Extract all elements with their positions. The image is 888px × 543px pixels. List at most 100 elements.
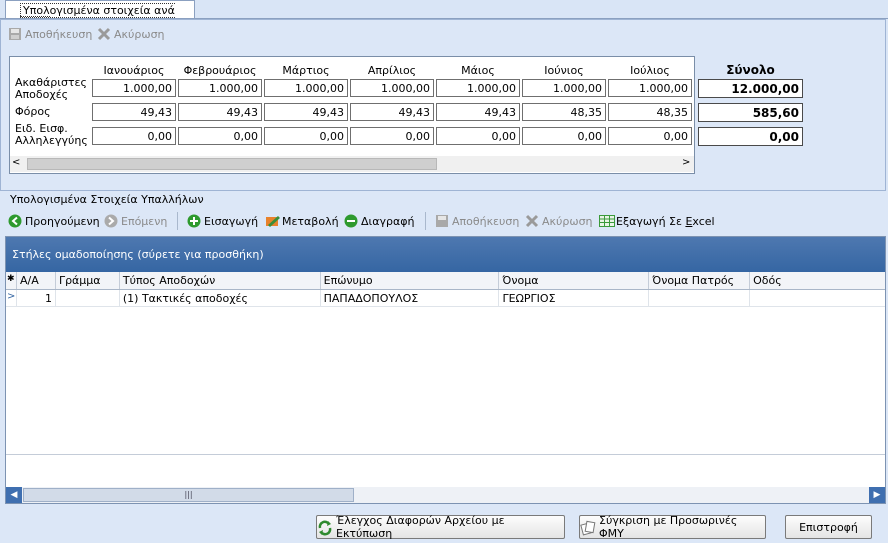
scroll-left-icon[interactable]: ◀ (6, 487, 22, 503)
save-label: Αποθήκευση (452, 214, 520, 228)
cell-street[interactable] (750, 290, 885, 306)
compare-button[interactable]: Σύγκριση με Προσωρινές ΦΜΥ (579, 514, 766, 540)
check-differences-label: Έλεγχος Διαφορών Αρχείου με Εκτύπωση (336, 514, 505, 540)
row-indicator-header: ✱ (6, 272, 17, 289)
value-cell[interactable]: 1.000,00 (522, 79, 606, 97)
month-header: Ιανουάριος (103, 64, 165, 77)
value-cell[interactable]: 0,00 (178, 127, 262, 145)
modify-button[interactable]: Μεταβολή (265, 212, 339, 230)
value-cell[interactable]: 1.000,00 (264, 79, 348, 97)
row-label-gross: Ακαθάριστες Αποδοχές (15, 76, 87, 101)
insert-button[interactable]: Εισαγωγή (187, 212, 258, 230)
previous-label: Προηγούμενη (25, 214, 100, 228)
back-button[interactable]: Επιστροφή (785, 515, 872, 539)
value-cell[interactable]: 0,00 (522, 127, 606, 145)
scroll-right-icon[interactable]: ▶ (869, 487, 885, 503)
save-button[interactable]: Αποθήκευση (435, 212, 519, 230)
edit-icon (265, 214, 280, 228)
cancel-label: Ακύρωση (542, 214, 593, 228)
cancel-button[interactable]: Ακύρωση (525, 212, 593, 230)
value-cell[interactable]: 0,00 (264, 127, 348, 145)
compare-label: Σύγκριση με Προσωρινές ΦΜΥ (599, 514, 738, 540)
col-street[interactable]: Οδός (750, 272, 885, 289)
value-cell[interactable]: 49,43 (264, 103, 348, 121)
table-row[interactable]: > 1 (1) Τακτικές αποδοχές ΠΑΠΑΔΟΠΟΥΛΟΣ Γ… (6, 290, 885, 307)
month-headers: Ιανουάριος Φεβρουάριος Μάρτιος Απρίλιος … (92, 64, 692, 77)
cell-letter[interactable] (56, 290, 120, 306)
col-aa[interactable]: Α/Α (17, 272, 56, 289)
toolbar-separator (177, 212, 178, 230)
cell-name[interactable]: ΓΕΩΡΓΙΟΣ (499, 290, 650, 306)
cell-father-name[interactable] (649, 290, 751, 306)
value-cell[interactable]: 1.000,00 (178, 79, 262, 97)
grid-hscrollbar[interactable]: ◀ ||| ▶ (6, 487, 885, 503)
top-cancel-label: Ακύρωση (114, 27, 165, 41)
value-cell[interactable]: 0,00 (350, 127, 434, 145)
export-rest: xcel (692, 214, 715, 228)
row-tax: 49,43 49,43 49,43 49,43 49,43 48,35 48,3… (92, 103, 692, 121)
value-cell[interactable]: 49,43 (350, 103, 434, 121)
section-title: Υπολογισμένα Στοιχεία Υπαλλήλων (10, 193, 204, 206)
back-label: Επιστροφή (799, 520, 858, 534)
arrow-left-circle-icon (8, 214, 22, 228)
minus-circle-icon (344, 214, 358, 228)
value-cell[interactable]: 0,00 (608, 127, 692, 145)
row-label-solidarity: Ειδ. Εισφ. Αλληλεγγύης (15, 122, 88, 147)
cell-type[interactable]: (1) Τακτικές αποδοχές (120, 290, 321, 306)
value-cell[interactable]: 48,35 (522, 103, 606, 121)
cancel-icon (525, 214, 539, 228)
month-header: Ιούλιος (630, 64, 670, 77)
plus-circle-icon (187, 214, 201, 228)
delete-label: Διαγραφή (361, 214, 415, 228)
cell-surname[interactable]: ΠΑΠΑΔΟΠΟΥΛΟΣ (321, 290, 500, 306)
col-father-name[interactable]: Όνομα Πατρός (649, 272, 751, 289)
save-icon (435, 214, 449, 228)
col-letter[interactable]: Γράμμα (56, 272, 120, 289)
value-cell[interactable]: 49,43 (178, 103, 262, 121)
check-differences-button[interactable]: Έλεγχος Διαφορών Αρχείου με Εκτύπωση (316, 514, 565, 540)
scroll-right-icon[interactable]: > (682, 157, 690, 168)
value-cell[interactable]: 0,00 (92, 127, 176, 145)
month-header: Ιούνιος (544, 64, 584, 77)
row-solidarity: 0,00 0,00 0,00 0,00 0,00 0,00 0,00 (92, 127, 692, 145)
top-save-button[interactable]: Αποθήκευση (8, 25, 92, 43)
month-header: Απρίλιος (367, 64, 417, 77)
col-type[interactable]: Τύπος Αποδοχών (120, 272, 321, 289)
row-selector-icon[interactable]: > (6, 290, 17, 306)
footer-divider (6, 454, 885, 455)
value-cell[interactable]: 48,35 (608, 103, 692, 121)
total-tax[interactable]: 585,60 (698, 103, 803, 122)
refresh-icon (317, 520, 332, 536)
cell-aa[interactable]: 1 (17, 290, 56, 306)
arrow-right-circle-icon (104, 214, 118, 228)
scroll-left-icon[interactable]: < (12, 157, 20, 168)
delete-button[interactable]: Διαγραφή (344, 212, 414, 230)
month-header: Φεβρουάριος (183, 64, 257, 77)
value-cell[interactable]: 1.000,00 (350, 79, 434, 97)
value-cell[interactable]: 0,00 (436, 127, 520, 145)
export-excel-button[interactable]: Εξαγωγή Σε Excel (599, 212, 715, 230)
value-cell[interactable]: 1.000,00 (436, 79, 520, 97)
row-gross: 1.000,00 1.000,00 1.000,00 1.000,00 1.00… (92, 79, 692, 97)
total-gross[interactable]: 12.000,00 (698, 79, 803, 98)
tab-monthly-data[interactable]: Υπολογισμένα στοιχεία ανά μήνα (5, 0, 195, 31)
save-icon (8, 27, 22, 41)
total-solidarity[interactable]: 0,00 (698, 127, 803, 146)
monthly-hscrollbar[interactable]: < > (10, 156, 694, 172)
toolbar-separator (425, 212, 426, 230)
cancel-icon (97, 27, 111, 41)
top-cancel-button[interactable]: Ακύρωση (97, 25, 165, 43)
row-label-tax: Φόρος (15, 105, 51, 118)
previous-button[interactable]: Προηγούμενη (8, 212, 100, 230)
value-cell[interactable]: 49,43 (436, 103, 520, 121)
value-cell[interactable]: 1.000,00 (92, 79, 176, 97)
value-cell[interactable]: 1.000,00 (608, 79, 692, 97)
month-header: Μάιος (461, 64, 495, 77)
col-name[interactable]: Όνομα (499, 272, 650, 289)
col-surname[interactable]: Επώνυμο (321, 272, 500, 289)
group-by-panel[interactable]: Στήλες ομαδοποίησης (σύρετε για προσθήκη… (6, 237, 885, 272)
scroll-thumb[interactable] (27, 158, 437, 170)
scroll-thumb[interactable]: ||| (23, 488, 354, 502)
value-cell[interactable]: 49,43 (92, 103, 176, 121)
next-button[interactable]: Επόμενη (104, 212, 167, 230)
